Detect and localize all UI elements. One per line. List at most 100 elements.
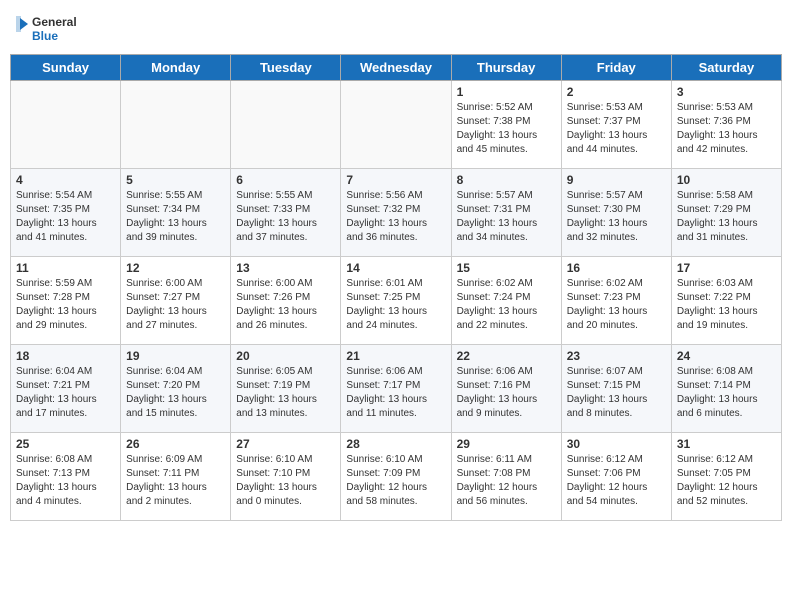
sunset-label: Sunset: 7:10 PM — [236, 468, 310, 479]
sunrise-label: Sunrise: 6:05 AM — [236, 366, 312, 377]
sunset-label: Sunset: 7:35 PM — [16, 204, 90, 215]
sunset-label: Sunset: 7:29 PM — [677, 204, 751, 215]
day-number: 26 — [126, 437, 225, 451]
page-header: General Blue — [10, 10, 782, 46]
daylight-label: Daylight: 13 hours and 11 minutes. — [346, 394, 427, 419]
sunset-label: Sunset: 7:38 PM — [457, 116, 531, 127]
daylight-label: Daylight: 13 hours and 15 minutes. — [126, 394, 207, 419]
sunrise-label: Sunrise: 6:12 AM — [567, 454, 643, 465]
sunrise-label: Sunrise: 5:57 AM — [567, 190, 643, 201]
calendar-week-row: 1 Sunrise: 5:52 AM Sunset: 7:38 PM Dayli… — [11, 81, 782, 169]
weekday-header-thursday: Thursday — [451, 55, 561, 81]
sunset-label: Sunset: 7:25 PM — [346, 292, 420, 303]
day-info: Sunrise: 6:05 AM Sunset: 7:19 PM Dayligh… — [236, 365, 335, 421]
sunset-label: Sunset: 7:21 PM — [16, 380, 90, 391]
sunset-label: Sunset: 7:24 PM — [457, 292, 531, 303]
svg-text:General: General — [32, 15, 77, 29]
sunrise-label: Sunrise: 6:01 AM — [346, 278, 422, 289]
sunrise-label: Sunrise: 6:06 AM — [346, 366, 422, 377]
day-number: 30 — [567, 437, 666, 451]
day-number: 28 — [346, 437, 445, 451]
day-info: Sunrise: 5:53 AM Sunset: 7:37 PM Dayligh… — [567, 101, 666, 157]
day-info: Sunrise: 6:07 AM Sunset: 7:15 PM Dayligh… — [567, 365, 666, 421]
daylight-label: Daylight: 13 hours and 0 minutes. — [236, 482, 317, 507]
day-info: Sunrise: 6:10 AM Sunset: 7:10 PM Dayligh… — [236, 453, 335, 509]
weekday-header-friday: Friday — [561, 55, 671, 81]
calendar-header: SundayMondayTuesdayWednesdayThursdayFrid… — [11, 55, 782, 81]
calendar-cell — [341, 81, 451, 169]
sunrise-label: Sunrise: 5:53 AM — [567, 102, 643, 113]
logo: General Blue — [14, 10, 84, 46]
day-info: Sunrise: 6:09 AM Sunset: 7:11 PM Dayligh… — [126, 453, 225, 509]
sunrise-label: Sunrise: 6:00 AM — [236, 278, 312, 289]
sunset-label: Sunset: 7:37 PM — [567, 116, 641, 127]
sunset-label: Sunset: 7:33 PM — [236, 204, 310, 215]
calendar-week-row: 25 Sunrise: 6:08 AM Sunset: 7:13 PM Dayl… — [11, 433, 782, 521]
sunset-label: Sunset: 7:16 PM — [457, 380, 531, 391]
day-info: Sunrise: 5:52 AM Sunset: 7:38 PM Dayligh… — [457, 101, 556, 157]
calendar-cell: 14 Sunrise: 6:01 AM Sunset: 7:25 PM Dayl… — [341, 257, 451, 345]
calendar-week-row: 4 Sunrise: 5:54 AM Sunset: 7:35 PM Dayli… — [11, 169, 782, 257]
sunrise-label: Sunrise: 5:55 AM — [236, 190, 312, 201]
daylight-label: Daylight: 13 hours and 26 minutes. — [236, 306, 317, 331]
sunrise-label: Sunrise: 6:08 AM — [677, 366, 753, 377]
sunset-label: Sunset: 7:09 PM — [346, 468, 420, 479]
day-info: Sunrise: 5:55 AM Sunset: 7:33 PM Dayligh… — [236, 189, 335, 245]
calendar-cell: 18 Sunrise: 6:04 AM Sunset: 7:21 PM Dayl… — [11, 345, 121, 433]
sunrise-label: Sunrise: 6:04 AM — [16, 366, 92, 377]
day-number: 14 — [346, 261, 445, 275]
sunrise-label: Sunrise: 5:55 AM — [126, 190, 202, 201]
calendar-cell: 31 Sunrise: 6:12 AM Sunset: 7:05 PM Dayl… — [671, 433, 781, 521]
sunset-label: Sunset: 7:19 PM — [236, 380, 310, 391]
day-info: Sunrise: 6:12 AM Sunset: 7:05 PM Dayligh… — [677, 453, 776, 509]
calendar-cell: 10 Sunrise: 5:58 AM Sunset: 7:29 PM Dayl… — [671, 169, 781, 257]
day-info: Sunrise: 5:54 AM Sunset: 7:35 PM Dayligh… — [16, 189, 115, 245]
daylight-label: Daylight: 13 hours and 34 minutes. — [457, 218, 538, 243]
day-info: Sunrise: 5:56 AM Sunset: 7:32 PM Dayligh… — [346, 189, 445, 245]
sunrise-label: Sunrise: 6:12 AM — [677, 454, 753, 465]
daylight-label: Daylight: 13 hours and 41 minutes. — [16, 218, 97, 243]
day-info: Sunrise: 6:11 AM Sunset: 7:08 PM Dayligh… — [457, 453, 556, 509]
day-number: 9 — [567, 173, 666, 187]
day-info: Sunrise: 6:02 AM Sunset: 7:23 PM Dayligh… — [567, 277, 666, 333]
calendar-cell: 15 Sunrise: 6:02 AM Sunset: 7:24 PM Dayl… — [451, 257, 561, 345]
day-info: Sunrise: 6:06 AM Sunset: 7:16 PM Dayligh… — [457, 365, 556, 421]
calendar-cell: 12 Sunrise: 6:00 AM Sunset: 7:27 PM Dayl… — [121, 257, 231, 345]
daylight-label: Daylight: 13 hours and 8 minutes. — [567, 394, 648, 419]
sunrise-label: Sunrise: 6:07 AM — [567, 366, 643, 377]
day-number: 6 — [236, 173, 335, 187]
daylight-label: Daylight: 13 hours and 13 minutes. — [236, 394, 317, 419]
daylight-label: Daylight: 13 hours and 31 minutes. — [677, 218, 758, 243]
calendar-cell: 25 Sunrise: 6:08 AM Sunset: 7:13 PM Dayl… — [11, 433, 121, 521]
calendar-cell: 30 Sunrise: 6:12 AM Sunset: 7:06 PM Dayl… — [561, 433, 671, 521]
daylight-label: Daylight: 12 hours and 56 minutes. — [457, 482, 538, 507]
daylight-label: Daylight: 12 hours and 58 minutes. — [346, 482, 427, 507]
svg-text:Blue: Blue — [32, 29, 58, 43]
sunset-label: Sunset: 7:34 PM — [126, 204, 200, 215]
day-info: Sunrise: 6:00 AM Sunset: 7:27 PM Dayligh… — [126, 277, 225, 333]
calendar-cell: 3 Sunrise: 5:53 AM Sunset: 7:36 PM Dayli… — [671, 81, 781, 169]
weekday-header-sunday: Sunday — [11, 55, 121, 81]
calendar-cell: 16 Sunrise: 6:02 AM Sunset: 7:23 PM Dayl… — [561, 257, 671, 345]
day-number: 5 — [126, 173, 225, 187]
calendar-cell: 21 Sunrise: 6:06 AM Sunset: 7:17 PM Dayl… — [341, 345, 451, 433]
sunset-label: Sunset: 7:28 PM — [16, 292, 90, 303]
daylight-label: Daylight: 13 hours and 4 minutes. — [16, 482, 97, 507]
logo-svg: General Blue — [14, 10, 84, 46]
day-number: 31 — [677, 437, 776, 451]
day-info: Sunrise: 6:04 AM Sunset: 7:21 PM Dayligh… — [16, 365, 115, 421]
sunrise-label: Sunrise: 6:11 AM — [457, 454, 532, 465]
sunset-label: Sunset: 7:31 PM — [457, 204, 531, 215]
sunrise-label: Sunrise: 6:00 AM — [126, 278, 202, 289]
calendar-cell: 23 Sunrise: 6:07 AM Sunset: 7:15 PM Dayl… — [561, 345, 671, 433]
daylight-label: Daylight: 13 hours and 29 minutes. — [16, 306, 97, 331]
sunset-label: Sunset: 7:23 PM — [567, 292, 641, 303]
day-info: Sunrise: 5:53 AM Sunset: 7:36 PM Dayligh… — [677, 101, 776, 157]
sunset-label: Sunset: 7:22 PM — [677, 292, 751, 303]
calendar-cell: 7 Sunrise: 5:56 AM Sunset: 7:32 PM Dayli… — [341, 169, 451, 257]
daylight-label: Daylight: 13 hours and 19 minutes. — [677, 306, 758, 331]
weekday-header-wednesday: Wednesday — [341, 55, 451, 81]
sunset-label: Sunset: 7:26 PM — [236, 292, 310, 303]
day-number: 17 — [677, 261, 776, 275]
daylight-label: Daylight: 13 hours and 42 minutes. — [677, 130, 758, 155]
